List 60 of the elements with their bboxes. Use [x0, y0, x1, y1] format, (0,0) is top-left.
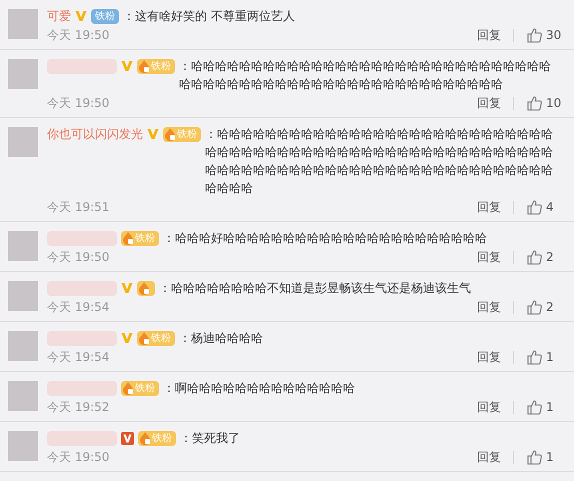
comment-text: ：哈哈哈好哈哈哈哈哈哈哈哈哈哈哈哈哈哈哈哈哈哈哈哈哈哈: [163, 230, 488, 247]
like-icon[interactable]: [526, 199, 542, 215]
like-count: 4: [546, 199, 555, 216]
like-icon[interactable]: [526, 249, 542, 265]
like-icon[interactable]: [526, 399, 542, 415]
blurred-username: [47, 330, 117, 346]
fan-badge: 铁粉: [91, 8, 119, 24]
comment-text: ：这有啥好笑的 不尊重两位艺人: [123, 8, 296, 25]
like-icon[interactable]: [526, 299, 542, 315]
comment-text: ：笑死我了: [180, 430, 241, 447]
like-count: 1: [546, 449, 555, 466]
fan-badge: 铁粉: [138, 430, 176, 446]
blurred-username: [47, 380, 117, 396]
like-icon[interactable]: [526, 95, 542, 111]
flame-icon: [163, 126, 177, 142]
like-count: 2: [546, 299, 555, 316]
reply-link[interactable]: 回复: [477, 198, 501, 216]
reply-link[interactable]: 回复: [477, 248, 501, 266]
flame-icon: [121, 230, 135, 246]
comment-text: ：哈哈哈哈哈哈哈哈哈哈哈哈哈哈哈哈哈哈哈哈哈哈哈哈哈哈哈哈哈哈哈哈哈哈哈哈哈哈哈哈哈哈哈哈哈哈哈哈哈哈哈哈哈哈哈哈哈哈哈哈哈哈哈哈哈哈哈哈哈哈哈哈哈哈哈哈哈哈哈哈哈哈哈哈哈哈哈哈哈哈: [205, 126, 554, 197]
reply-link[interactable]: 回复: [477, 448, 501, 466]
fan-badge: 铁粉: [137, 330, 175, 346]
comment-text: ：杨迪哈哈哈哈: [179, 330, 264, 347]
comment-time: 今天 19:50: [47, 249, 110, 266]
like-icon[interactable]: [526, 349, 542, 365]
fan-badge: 铁粉: [121, 380, 159, 396]
reply-link[interactable]: 回复: [477, 26, 501, 44]
like-icon[interactable]: [526, 27, 542, 43]
like-count: 1: [546, 399, 555, 416]
flame-icon: [121, 380, 135, 396]
comment-time: 今天 19:51: [47, 199, 110, 216]
like-count: 1: [546, 349, 555, 366]
flame-icon: [137, 58, 151, 74]
comment-time: 今天 19:54: [47, 299, 110, 316]
flame-icon: [138, 430, 152, 446]
blurred-username: [47, 230, 117, 246]
like-count: 2: [546, 249, 555, 266]
comment-text: ：啊哈哈哈哈哈哈哈哈哈哈哈哈哈哈: [163, 380, 356, 397]
flame-icon: [137, 330, 151, 346]
comment-time: 今天 19:50: [47, 27, 110, 44]
comment-time: 今天 19:54: [47, 349, 110, 366]
flame-icon: [137, 280, 151, 296]
fan-badge: 铁粉: [163, 126, 201, 142]
reply-link[interactable]: 回复: [477, 348, 501, 366]
blurred-username: [47, 58, 117, 74]
like-count: 10: [546, 95, 562, 112]
reply-link[interactable]: 回复: [477, 398, 501, 416]
fan-badge: 铁粉: [121, 230, 159, 246]
comment-time: 今天 19:52: [47, 399, 110, 416]
comment-time: 今天 19:50: [47, 95, 110, 112]
reply-link[interactable]: 回复: [477, 94, 501, 112]
blurred-username: [47, 430, 117, 446]
comment-time: 今天 19:50: [47, 449, 110, 466]
like-count: 30: [546, 27, 562, 44]
like-icon[interactable]: [526, 449, 542, 465]
fan-badge: 铁粉: [137, 58, 175, 74]
reply-link[interactable]: 回复: [477, 298, 501, 316]
comment-text: ：哈哈哈哈哈哈哈哈哈哈哈哈哈哈哈哈哈哈哈哈哈哈哈哈哈哈哈哈哈哈哈哈哈哈哈哈哈哈哈哈哈哈哈哈哈哈哈哈哈哈哈哈哈哈哈哈哈: [179, 58, 552, 93]
blurred-username: [47, 280, 117, 296]
comment-text: ：哈哈哈哈哈哈哈哈不知道是彭昱畅该生气还是杨迪该生气: [159, 280, 472, 297]
